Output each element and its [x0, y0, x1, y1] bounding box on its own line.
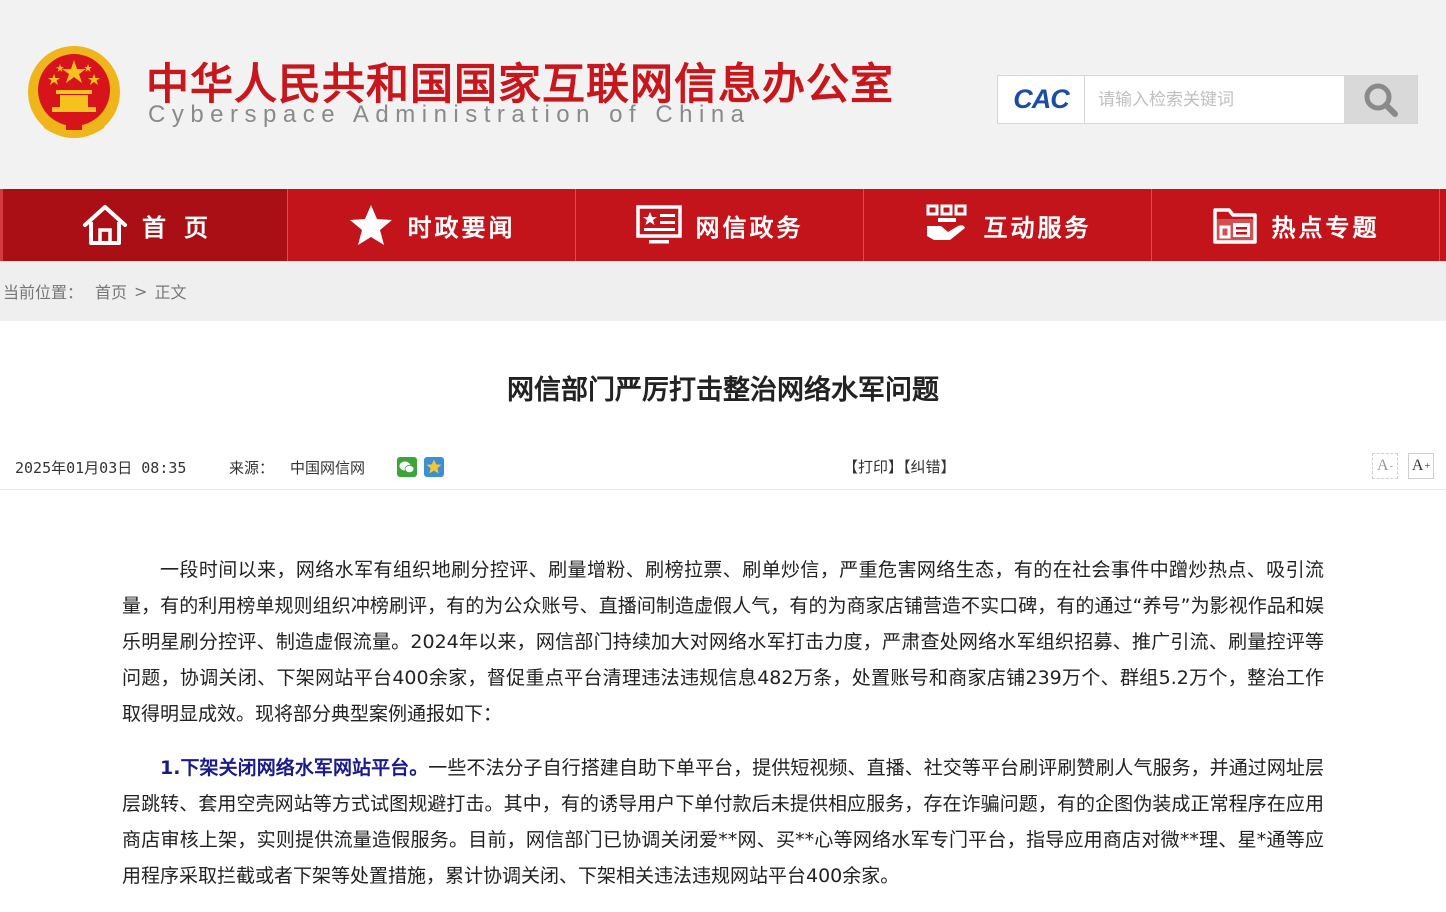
- print-link[interactable]: 【打印】: [843, 458, 903, 476]
- nav-label: 网信政务: [695, 213, 804, 242]
- nav-item-news[interactable]: 时政要闻: [288, 189, 576, 261]
- search-input[interactable]: [1086, 76, 1344, 123]
- font-increase-button[interactable]: A +: [1408, 453, 1434, 479]
- breadcrumb-separator: >: [134, 281, 148, 301]
- national-emblem-logo: [28, 46, 120, 138]
- article-tools: 【打印】【纠错】: [843, 456, 956, 477]
- report-error-link[interactable]: 【纠错】: [903, 458, 956, 476]
- handshake-icon: [924, 204, 970, 246]
- breadcrumb: 当前位置： 首页 > 正文: [0, 261, 1446, 321]
- search-icon: [1364, 83, 1398, 117]
- article-title: 网信部门严厉打击整治网络水军问题: [507, 375, 939, 406]
- breadcrumb-current[interactable]: 正文: [154, 279, 186, 303]
- home-icon: [82, 204, 128, 246]
- nav-label: 热点专题: [1271, 213, 1380, 242]
- site-subtitle: Cyberspace Administration of China: [148, 101, 751, 128]
- qzone-icon[interactable]: [424, 457, 444, 481]
- nav-label: 互动服务: [983, 213, 1092, 242]
- publish-datetime: 2025年01月03日 08:35: [15, 459, 187, 477]
- nav-item-home[interactable]: 首页: [0, 189, 288, 261]
- nav-label: 首页: [142, 213, 226, 242]
- site-header: 中华人民共和国国家互联网信息办公室 Cyberspace Administrat…: [0, 0, 1446, 189]
- breadcrumb-prefix: 当前位置：: [3, 283, 84, 302]
- folder-icon: [1212, 204, 1258, 246]
- breadcrumb-home-link[interactable]: 首页: [95, 279, 127, 303]
- source-label: 来源：: [229, 459, 275, 477]
- article-paragraph: 1.下架关闭网络水军网站平台。一些不法分子自行搭建自助下单平台，提供短视频、直播…: [122, 757, 1324, 887]
- cac-logo: CAC: [998, 76, 1085, 123]
- article-body: 一段时间以来，网络水军有组织地刷分控评、刷量增粉、刷榜拉票、刷单炒信，严重危害网…: [122, 552, 1324, 912]
- monitor-icon: [635, 204, 682, 246]
- article-paragraph: 一段时间以来，网络水军有组织地刷分控评、刷量增粉、刷榜拉票、刷单炒信，严重危害网…: [122, 559, 1324, 725]
- nav-item-affairs[interactable]: 网信政务: [576, 189, 864, 261]
- main-nav: 首页 时政要闻 网信政务 互动服务 热点专题: [0, 189, 1446, 261]
- font-decrease-button[interactable]: A-: [1372, 453, 1398, 479]
- search-box: CAC: [997, 75, 1418, 124]
- star-icon: [348, 203, 394, 247]
- paragraph-lead: 1.下架关闭网络水军网站平台。: [160, 757, 429, 779]
- wechat-icon[interactable]: [397, 457, 417, 481]
- nav-label: 时政要闻: [407, 213, 516, 242]
- source-name: 中国网信网: [290, 459, 366, 477]
- article-meta: 2025年01月03日 08:35 来源： 中国网信网 【打印】【纠错】 A- …: [0, 450, 1446, 490]
- search-button[interactable]: [1344, 76, 1417, 123]
- nav-item-topics[interactable]: 热点专题: [1152, 189, 1440, 261]
- nav-item-interactive[interactable]: 互动服务: [864, 189, 1152, 261]
